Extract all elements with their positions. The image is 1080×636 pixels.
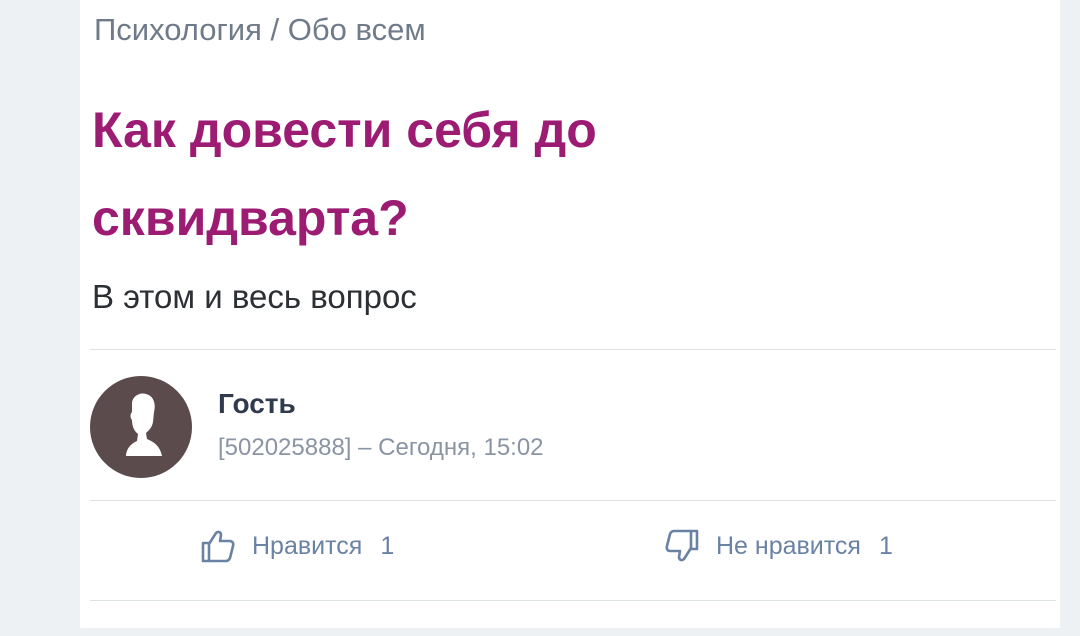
user-silhouette-icon: [126, 393, 162, 456]
thumbs-down-icon: [665, 529, 699, 562]
question-title: Как довести себя до сквидварта?: [92, 102, 597, 246]
question-card: Психология / Обо всем Как довести себя д…: [80, 0, 1060, 628]
author-meta: [502025888] – Сегодня, 15:02: [218, 434, 544, 461]
like-label: Нравится: [252, 531, 363, 560]
author-name[interactable]: Гость: [218, 388, 296, 420]
breadcrumb[interactable]: Психология / Обо всем: [94, 12, 426, 48]
dislike-count: 1: [878, 531, 893, 560]
divider: [90, 349, 1056, 350]
like-count: 1: [380, 531, 395, 560]
divider: [90, 600, 1056, 601]
avatar[interactable]: [90, 376, 192, 478]
dislike-button[interactable]: Не нравится 1: [664, 528, 893, 564]
thumbs-up-icon: [201, 530, 235, 563]
question-description: В этом и весь вопрос: [92, 278, 417, 315]
dislike-label: Не нравится: [716, 531, 861, 560]
like-button[interactable]: Нравится 1: [200, 528, 394, 564]
divider: [90, 500, 1056, 501]
